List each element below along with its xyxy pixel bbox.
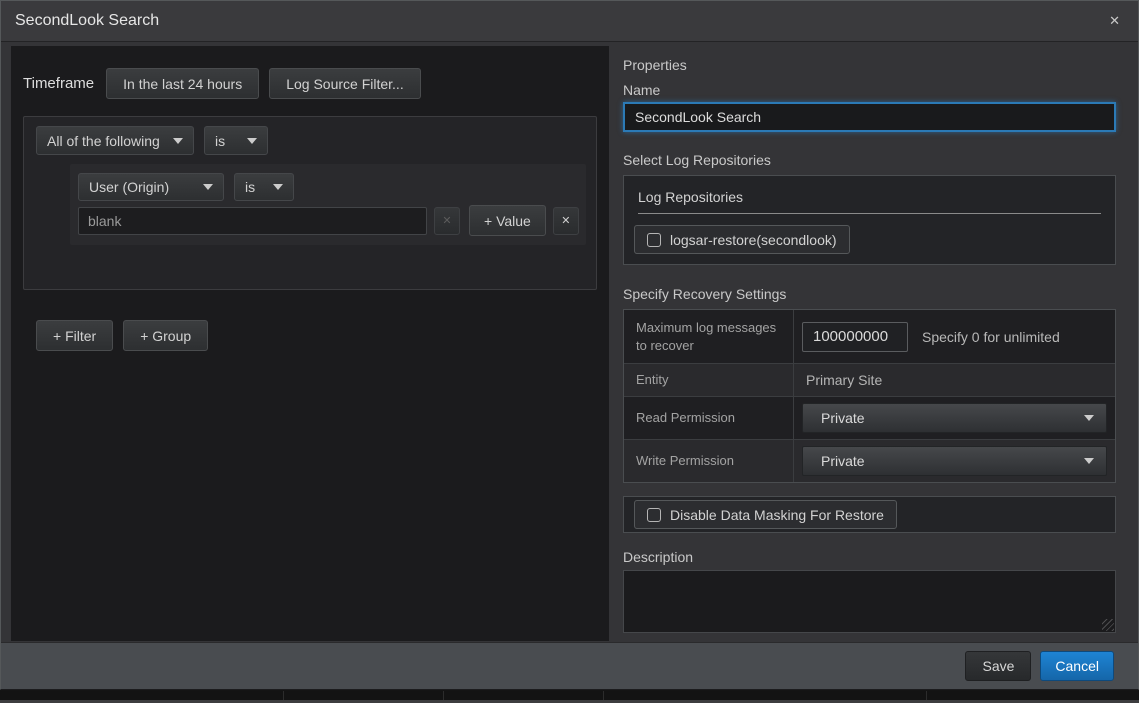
group-condition-dropdown[interactable]: is [204,126,268,155]
filter-group-header: All of the following is [36,126,268,155]
filter-rule: User (Origin) is ✕ + Value ✕ [70,164,586,245]
group-condition-value: is [215,133,235,149]
table-row: Read Permission Private [624,396,1115,439]
chevron-down-icon [1084,415,1094,421]
table-row: Entity Primary Site [624,363,1115,396]
close-icon[interactable]: ✕ [1105,11,1124,31]
rule-field-dropdown[interactable]: User (Origin) [78,173,224,201]
table-row: Write Permission Private [624,439,1115,482]
filter-rule-value-row: ✕ + Value ✕ [78,205,579,236]
max-messages-hint: Specify 0 for unlimited [922,329,1060,345]
group-operator-dropdown[interactable]: All of the following [36,126,194,155]
max-messages-label: Maximum log messages to recover [624,310,794,363]
add-group-button[interactable]: + Group [123,320,208,351]
chevron-down-icon [273,184,283,190]
recovery-settings-table: Maximum log messages to recover Specify … [623,309,1116,483]
repository-label: logsar-restore(secondlook) [670,232,837,248]
resize-grip-icon[interactable] [1102,619,1114,631]
disable-masking-label: Disable Data Masking For Restore [670,507,884,523]
write-permission-value: Private [821,453,865,469]
group-operator-value: All of the following [47,133,161,149]
properties-heading: Properties [623,57,1116,73]
description-textarea[interactable] [623,570,1116,633]
read-permission-cell: Private [794,397,1115,439]
chevron-down-icon [1084,458,1094,464]
chevron-down-icon [173,138,183,144]
entity-value: Primary Site [802,372,882,388]
checkbox-icon[interactable] [647,508,661,522]
remove-rule-icon[interactable]: ✕ [553,207,579,235]
secondlook-search-dialog: SecondLook Search ✕ Timeframe In the las… [0,0,1139,690]
filter-rule-header: User (Origin) is [78,173,294,201]
filter-group: All of the following is User (Origin) [23,116,597,290]
table-row: Maximum log messages to recover Specify … [624,310,1115,363]
filter-group-footer: + Filter + Group [36,320,208,351]
background-page-strip [0,691,1139,703]
rule-operator-dropdown[interactable]: is [234,173,294,201]
read-permission-label: Read Permission [624,397,794,439]
entity-label: Entity [624,364,794,396]
write-permission-dropdown[interactable]: Private [802,446,1107,476]
add-value-button[interactable]: + Value [469,205,546,236]
read-permission-value: Private [821,410,865,426]
description-wrap [623,570,1116,633]
divider [638,213,1101,214]
add-filter-button[interactable]: + Filter [36,320,113,351]
max-messages-cell: Specify 0 for unlimited [794,310,1115,363]
search-filter-panel: Timeframe In the last 24 hours Log Sourc… [11,46,609,641]
chevron-down-icon [203,184,213,190]
rule-value-input[interactable] [78,207,427,235]
disable-masking-checkbox-item[interactable]: Disable Data Masking For Restore [634,500,897,529]
dialog-title: SecondLook Search [15,12,159,30]
properties-panel: Properties Name Select Log Repositories … [623,42,1116,643]
write-permission-label: Write Permission [624,440,794,482]
data-masking-box: Disable Data Masking For Restore [623,496,1116,533]
timeframe-row: Timeframe In the last 24 hours Log Sourc… [23,68,421,99]
save-button[interactable]: Save [965,651,1031,681]
log-repositories-title: Log Repositories [624,176,1115,213]
name-input[interactable] [623,102,1116,132]
write-permission-cell: Private [794,440,1115,482]
dialog-footer: Save Cancel [1,642,1138,689]
log-source-filter-button[interactable]: Log Source Filter... [269,68,421,99]
rule-field-value: User (Origin) [89,179,191,195]
repository-checkbox-item[interactable]: logsar-restore(secondlook) [634,225,850,254]
dialog-titlebar: SecondLook Search ✕ [1,1,1138,42]
log-repositories-box: Log Repositories logsar-restore(secondlo… [623,175,1116,265]
name-label: Name [623,82,1116,98]
remove-value-icon[interactable]: ✕ [434,207,460,235]
read-permission-dropdown[interactable]: Private [802,403,1107,433]
rule-operator-value: is [245,179,261,195]
checkbox-icon[interactable] [647,233,661,247]
description-label: Description [623,549,1116,565]
chevron-down-icon [247,138,257,144]
cancel-button[interactable]: Cancel [1040,651,1114,681]
timeframe-range-button[interactable]: In the last 24 hours [106,68,259,99]
recovery-heading: Specify Recovery Settings [623,286,1116,302]
max-messages-input[interactable] [802,322,908,352]
dialog-body: Timeframe In the last 24 hours Log Sourc… [1,42,1138,642]
repositories-heading: Select Log Repositories [623,152,1116,168]
entity-cell: Primary Site [794,364,1115,396]
timeframe-label: Timeframe [23,75,94,92]
